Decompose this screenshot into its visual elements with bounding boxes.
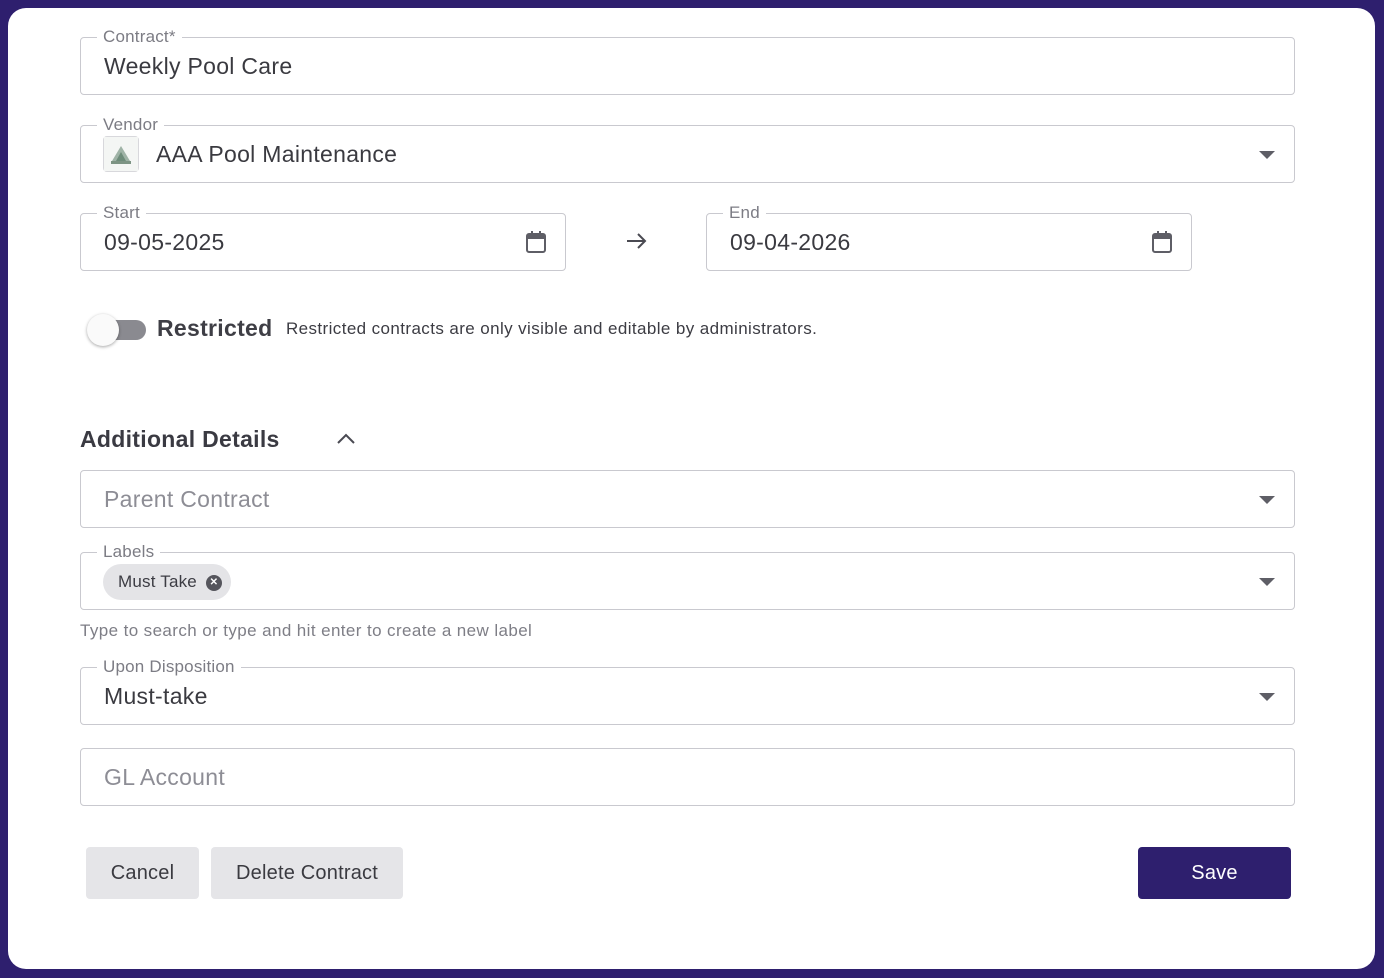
end-date-field[interactable]: End 09-04-2026 xyxy=(706,203,1192,271)
start-value: 09-05-2025 xyxy=(104,229,225,255)
chevron-down-icon[interactable] xyxy=(1259,151,1275,159)
parent-contract-placeholder: Parent Contract xyxy=(104,486,270,512)
additional-details-title[interactable]: Additional Details xyxy=(80,426,280,453)
end-label: End xyxy=(723,203,766,223)
cancel-button[interactable]: Cancel xyxy=(86,847,199,899)
vendor-label: Vendor xyxy=(97,115,165,135)
disposition-label: Upon Disposition xyxy=(97,657,241,677)
chevron-up-icon[interactable] xyxy=(336,432,356,446)
arrow-right-icon xyxy=(625,231,649,251)
disposition-select[interactable]: Upon Disposition Must-take xyxy=(80,657,1295,725)
vendor-logo-icon xyxy=(103,136,139,172)
restricted-help-text: Restricted contracts are only visible an… xyxy=(286,319,818,338)
save-button[interactable]: Save xyxy=(1138,847,1291,899)
end-value: 09-04-2026 xyxy=(730,229,851,255)
parent-contract-select[interactable]: Parent Contract xyxy=(80,470,1295,528)
chevron-down-icon[interactable] xyxy=(1259,578,1275,586)
gl-account-placeholder: GL Account xyxy=(104,764,226,790)
calendar-icon[interactable] xyxy=(525,230,547,254)
calendar-icon[interactable] xyxy=(1151,230,1173,254)
chevron-down-icon[interactable] xyxy=(1259,496,1275,504)
label-chip: Must Take ✕ xyxy=(103,564,231,600)
labels-select[interactable]: Labels Must Take ✕ xyxy=(80,542,1295,610)
remove-chip-icon[interactable]: ✕ xyxy=(205,575,222,591)
chevron-down-icon[interactable] xyxy=(1259,693,1275,701)
labels-helper-text: Type to search or type and hit enter to … xyxy=(80,621,533,640)
toggle-knob[interactable] xyxy=(87,314,119,346)
start-date-field[interactable]: Start 09-05-2025 xyxy=(80,203,566,271)
label-chip-text: Must Take xyxy=(118,572,197,591)
disposition-value: Must-take xyxy=(104,683,208,709)
start-label: Start xyxy=(97,203,146,223)
contract-value: Weekly Pool Care xyxy=(104,53,293,79)
contract-field[interactable]: Contract* Weekly Pool Care xyxy=(80,27,1295,95)
contract-form-dialog: Contract* Weekly Pool Care Vendor AAA Po… xyxy=(8,8,1375,969)
labels-label: Labels xyxy=(97,542,161,562)
delete-contract-button[interactable]: Delete Contract xyxy=(211,847,403,899)
contract-label: Contract* xyxy=(97,27,182,47)
vendor-select[interactable]: Vendor AAA Pool Maintenance xyxy=(80,115,1295,183)
restricted-label: Restricted xyxy=(157,315,273,341)
gl-account-field[interactable]: GL Account xyxy=(80,748,1295,806)
vendor-value: AAA Pool Maintenance xyxy=(156,141,398,167)
